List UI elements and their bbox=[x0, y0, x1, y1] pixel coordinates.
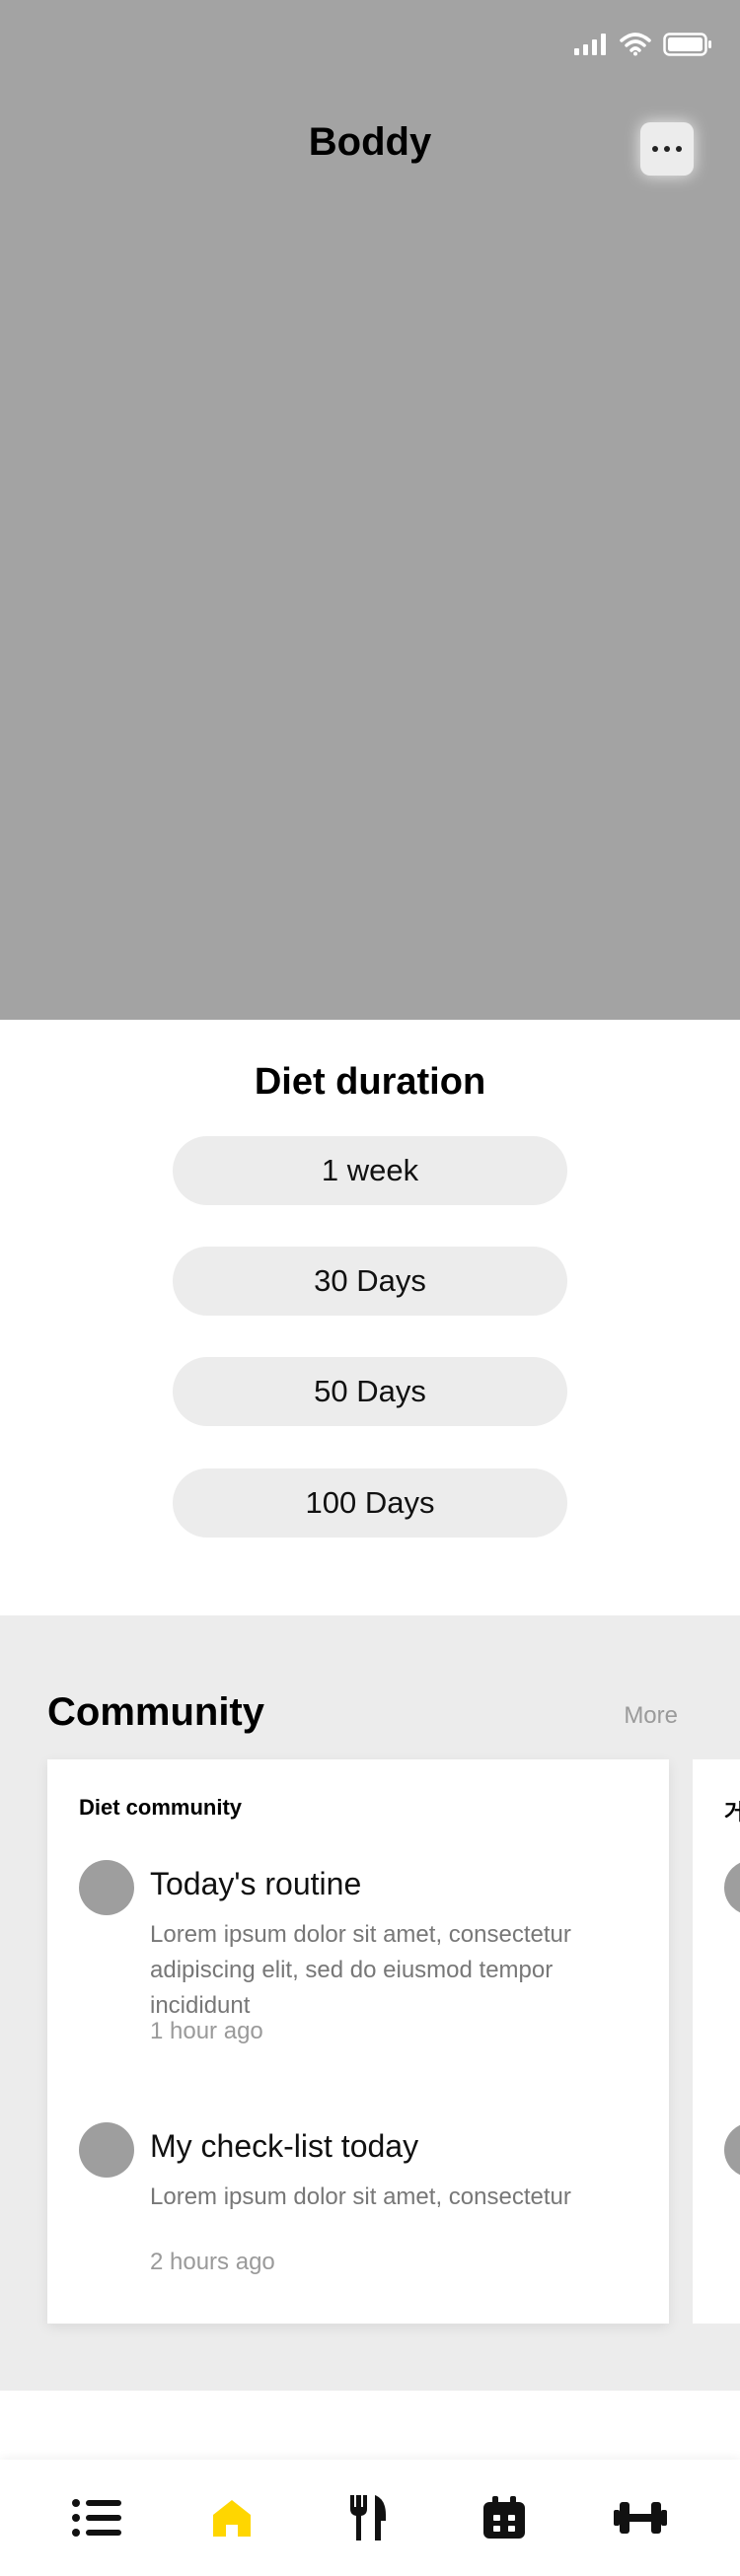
post-body: Lorem ipsum dolor sit amet, consectetur … bbox=[150, 1921, 571, 2019]
tab-calendar[interactable] bbox=[430, 2460, 578, 2576]
more-dots-icon bbox=[652, 146, 658, 152]
dumbbell-icon bbox=[614, 2502, 667, 2534]
community-section: Community More Diet community Today's ro… bbox=[0, 1615, 740, 2391]
avatar bbox=[724, 1860, 740, 1915]
tab-meals[interactable] bbox=[294, 2460, 442, 2576]
avatar bbox=[724, 2122, 740, 2178]
community-more-link[interactable]: More bbox=[624, 1702, 678, 1730]
calendar-icon bbox=[483, 2496, 525, 2539]
diet-duration-title: Diet duration bbox=[254, 1061, 486, 1103]
tab-list[interactable] bbox=[24, 2460, 172, 2576]
post-title[interactable]: Today's routine bbox=[150, 1866, 361, 1902]
signal-icon bbox=[574, 34, 606, 55]
more-options-button[interactable] bbox=[640, 122, 694, 176]
duration-option-1-week[interactable]: 1 week bbox=[173, 1136, 567, 1205]
community-title: Community bbox=[47, 1690, 264, 1734]
avatar bbox=[79, 2122, 134, 2178]
post-title[interactable]: My check-list today bbox=[150, 2128, 418, 2165]
card-category: 거 bbox=[724, 1800, 740, 1825]
tab-home[interactable] bbox=[158, 2460, 306, 2576]
list-icon bbox=[72, 2499, 121, 2537]
post-time: 1 hour ago bbox=[150, 2018, 263, 2044]
app-title: Boddy bbox=[308, 120, 432, 164]
duration-option-50-days[interactable]: 50 Days bbox=[173, 1357, 567, 1426]
bottom-tab-bar bbox=[0, 2460, 740, 2576]
fork-knife-icon bbox=[350, 2495, 386, 2540]
duration-option-30-days[interactable]: 30 Days bbox=[173, 1247, 567, 1316]
card-category: Diet community bbox=[79, 1795, 243, 1820]
wifi-icon bbox=[620, 33, 651, 56]
hero-image-area: Boddy bbox=[0, 0, 740, 1020]
avatar bbox=[79, 1860, 134, 1915]
post-body: Lorem ipsum dolor sit amet, consectetur bbox=[150, 2183, 571, 2210]
community-card[interactable]: 거 bbox=[693, 1759, 740, 2324]
post-time: 2 hours ago bbox=[150, 2249, 275, 2275]
tab-workout[interactable] bbox=[566, 2460, 714, 2576]
home-icon bbox=[213, 2500, 251, 2537]
duration-option-100-days[interactable]: 100 Days bbox=[173, 1468, 567, 1538]
community-card[interactable]: Diet community Today's routine Lorem ips… bbox=[47, 1759, 669, 2324]
battery-icon bbox=[663, 33, 711, 56]
diet-duration-section: Diet duration 1 week 30 Days 50 Days 100… bbox=[0, 1020, 740, 1615]
status-bar bbox=[574, 30, 712, 59]
